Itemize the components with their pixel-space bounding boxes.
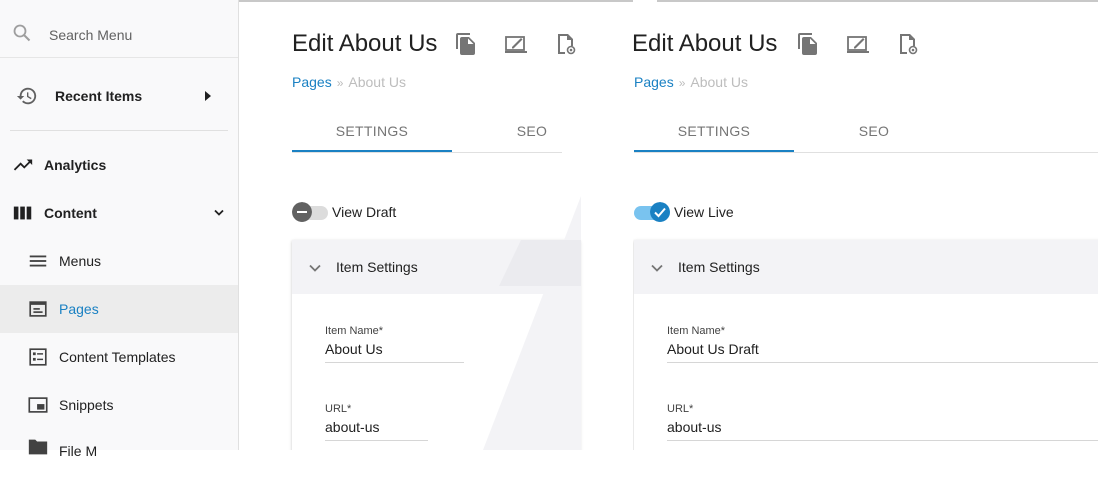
breadcrumb-current: About Us bbox=[348, 74, 406, 90]
view-columns-icon bbox=[13, 206, 32, 220]
field-label: Item Name* bbox=[325, 325, 384, 337]
trending-up-icon bbox=[13, 159, 33, 171]
sidebar-item-menus[interactable]: Menus bbox=[0, 237, 238, 285]
url-field[interactable]: URL* about-us bbox=[325, 403, 428, 441]
breadcrumb-separator: » bbox=[336, 76, 344, 90]
search-icon bbox=[13, 24, 31, 42]
sidebar-item-label: Recent Items bbox=[55, 88, 143, 104]
sidebar-search[interactable]: Search Menu bbox=[0, 0, 238, 58]
sidebar-item-content[interactable]: Content bbox=[0, 189, 238, 237]
tab-seo[interactable]: SEO bbox=[794, 112, 954, 152]
top-border bbox=[239, 0, 633, 2]
field-label: URL* bbox=[667, 403, 694, 415]
item-settings-card: Item Settings Item Name* About Us Draft … bbox=[634, 240, 1098, 450]
tab-settings[interactable]: SETTINGS bbox=[292, 112, 452, 152]
tab-bar: SETTINGS SEO bbox=[292, 112, 562, 153]
toggle-off-knob-icon bbox=[292, 202, 312, 222]
search-input[interactable]: Search Menu bbox=[49, 27, 132, 43]
page-title: Edit About Us bbox=[292, 30, 438, 57]
copy-icon[interactable] bbox=[796, 32, 820, 56]
history-icon bbox=[16, 87, 37, 105]
live-panel: Edit About Us Pages » About Us SETTINGS SE… bbox=[633, 0, 1098, 450]
sidebar-item-pages[interactable]: Pages bbox=[0, 285, 238, 333]
draft-panel: Edit About Us Pages » About Us SETTINGS SE… bbox=[239, 0, 633, 450]
chevron-down-icon bbox=[309, 264, 321, 272]
field-label: Item Name* bbox=[667, 325, 726, 337]
check-circle-icon bbox=[650, 202, 670, 222]
sidebar-item-analytics[interactable]: Analytics bbox=[0, 141, 238, 189]
tab-settings[interactable]: SETTINGS bbox=[634, 112, 794, 152]
chevron-down-icon bbox=[651, 264, 663, 272]
item-name-field[interactable]: Item Name* About Us Draft bbox=[667, 325, 1098, 363]
sidebar-item-content-templates[interactable]: Content Templates bbox=[0, 333, 238, 381]
item-name-input[interactable]: About Us Draft bbox=[667, 341, 1098, 363]
item-settings-header[interactable]: Item Settings bbox=[634, 240, 1098, 294]
breadcrumb-pages-link[interactable]: Pages bbox=[634, 74, 674, 90]
sidebar-item-label: File M bbox=[59, 443, 98, 459]
item-name-input[interactable]: About Us bbox=[325, 341, 464, 363]
section-title: Item Settings bbox=[678, 259, 760, 275]
section-title: Item Settings bbox=[336, 259, 418, 275]
copy-icon[interactable] bbox=[454, 32, 478, 56]
sidebar: Search Menu Recent Items Analytics Conte… bbox=[0, 0, 239, 459]
breadcrumb-separator: » bbox=[678, 76, 686, 90]
toggle-label: View Live bbox=[674, 204, 734, 220]
page-title: Edit About Us bbox=[633, 30, 778, 57]
field-label: URL* bbox=[325, 403, 352, 415]
sidebar-divider bbox=[10, 130, 228, 131]
sidebar-item-label: Pages bbox=[59, 301, 99, 317]
chevron-down-icon bbox=[214, 209, 224, 216]
sidebar-item-label: Snippets bbox=[59, 397, 114, 413]
breadcrumb: Pages » About Us bbox=[634, 74, 748, 90]
preview-file-icon[interactable] bbox=[554, 32, 578, 56]
picture-in-picture-icon bbox=[28, 397, 48, 413]
sidebar-item-recent-items[interactable]: Recent Items bbox=[0, 72, 238, 120]
menu-icon bbox=[29, 255, 47, 267]
sidebar-item-label: Content Templates bbox=[59, 349, 176, 365]
sidebar-item-file-manager[interactable]: File M bbox=[0, 429, 238, 477]
url-input[interactable]: about-us bbox=[667, 419, 1098, 441]
tab-seo[interactable]: SEO bbox=[452, 112, 612, 152]
checklist-icon bbox=[29, 348, 47, 366]
breadcrumb-current: About Us bbox=[690, 74, 748, 90]
sidebar-item-label: Analytics bbox=[44, 157, 107, 173]
top-border bbox=[657, 0, 1098, 2]
sidebar-item-snippets[interactable]: Snippets bbox=[0, 381, 238, 429]
breadcrumb: Pages » About Us bbox=[292, 74, 406, 90]
url-input[interactable]: about-us bbox=[325, 419, 428, 441]
preview-file-icon[interactable] bbox=[896, 32, 920, 56]
view-live-toggle[interactable]: View Live bbox=[634, 202, 784, 222]
view-draft-toggle[interactable]: View Draft bbox=[292, 202, 442, 222]
toggle-label: View Draft bbox=[332, 204, 397, 220]
sidebar-item-label: Content bbox=[44, 205, 97, 221]
edit-screen-icon[interactable] bbox=[846, 32, 870, 56]
folder-icon bbox=[28, 439, 48, 455]
transition-overlay bbox=[483, 196, 581, 450]
sidebar-item-label: Menus bbox=[59, 253, 102, 269]
web-page-icon bbox=[29, 301, 47, 317]
breadcrumb-pages-link[interactable]: Pages bbox=[292, 74, 332, 90]
item-name-field[interactable]: Item Name* About Us bbox=[325, 325, 464, 363]
url-field[interactable]: URL* about-us bbox=[667, 403, 1098, 441]
caret-right-icon bbox=[205, 91, 211, 101]
edit-screen-icon[interactable] bbox=[504, 32, 528, 56]
tab-bar: SETTINGS SEO bbox=[634, 112, 1098, 153]
